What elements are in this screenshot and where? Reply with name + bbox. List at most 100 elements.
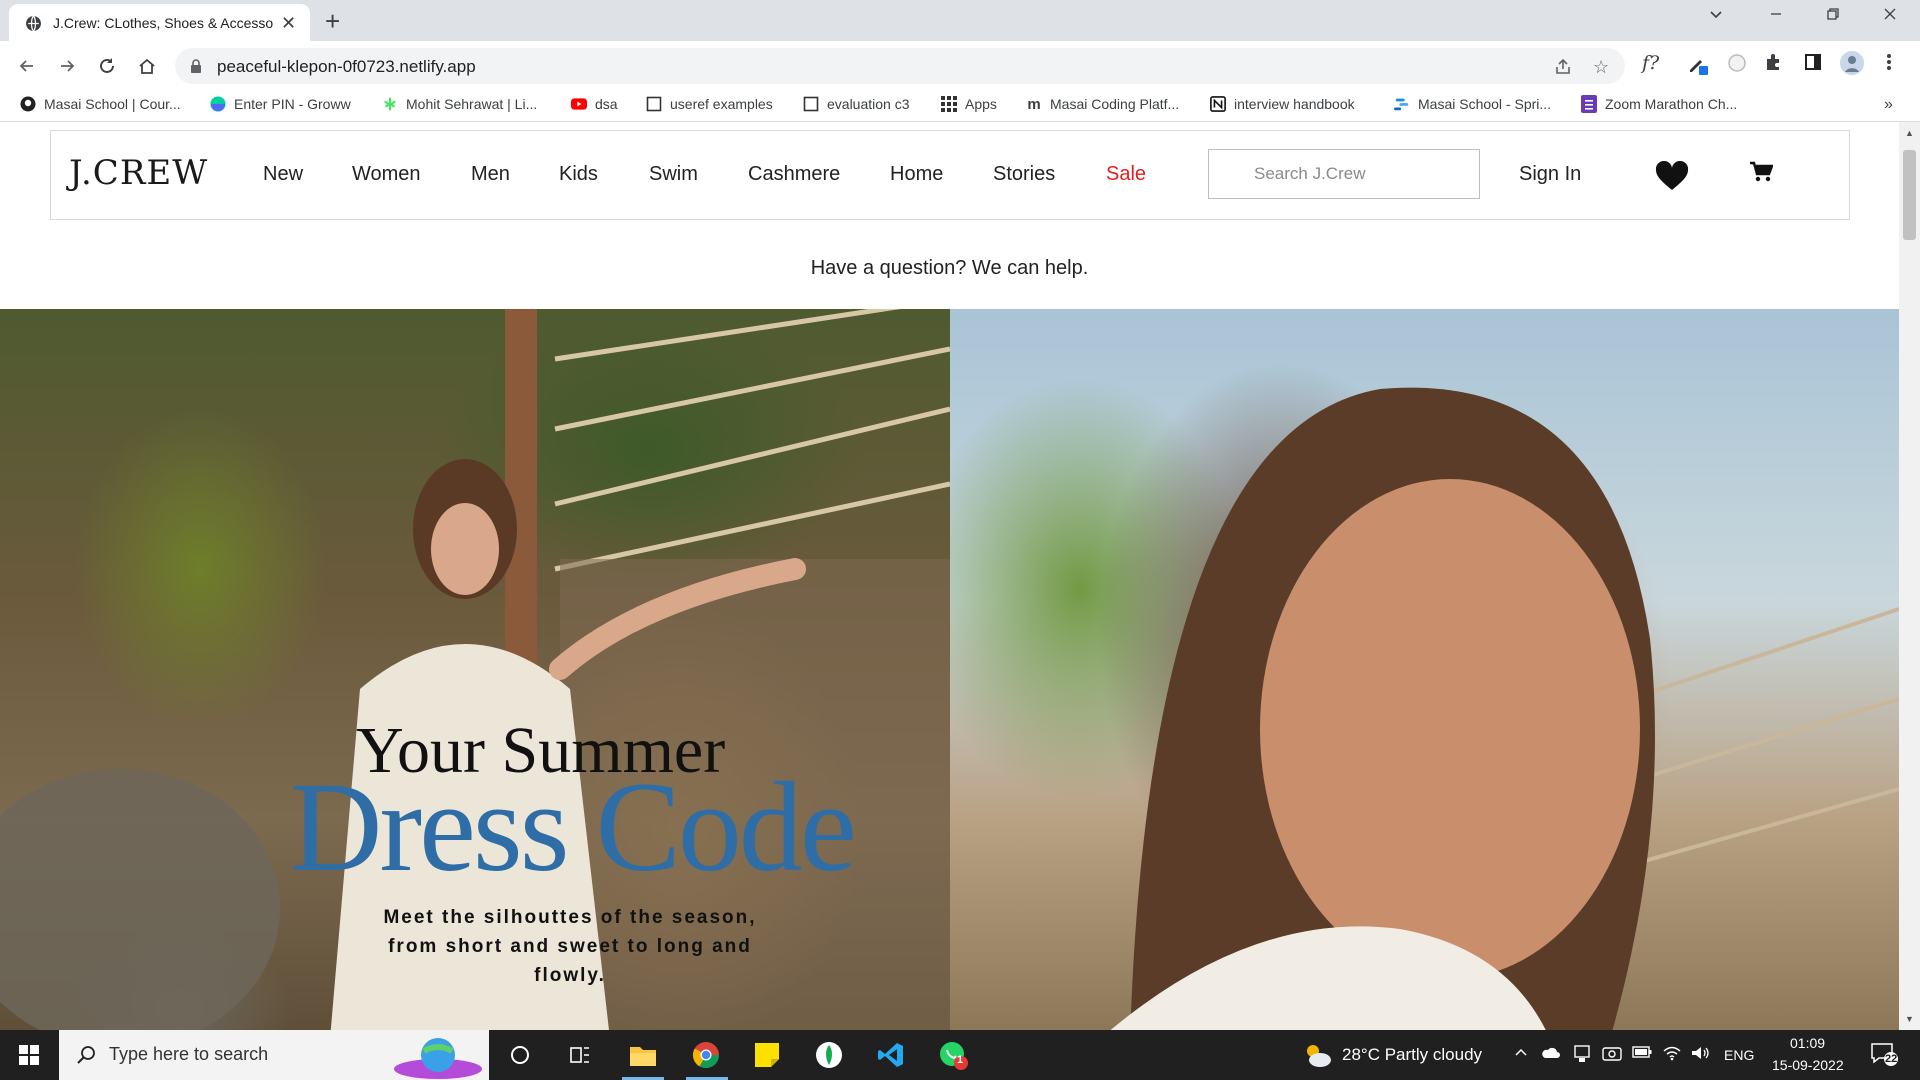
vscode-icon[interactable] — [876, 1040, 906, 1070]
profile-avatar[interactable] — [1839, 50, 1865, 82]
sign-in-link[interactable]: Sign In — [1519, 163, 1581, 186]
nav-kids[interactable]: Kids — [559, 163, 598, 186]
nav-men[interactable]: Men — [471, 163, 510, 186]
bookmark-item[interactable]: interview handbook — [1210, 96, 1355, 112]
home-icon[interactable] — [133, 52, 161, 80]
bookmark-label: evaluation c3 — [827, 96, 910, 112]
minimize-button[interactable] — [1768, 6, 1784, 27]
bookmark-item[interactable]: useref examples — [646, 96, 773, 112]
masai-sprint-icon — [1394, 96, 1410, 112]
clock-time[interactable]: 01:09 — [1790, 1035, 1825, 1051]
onedrive-cloud-icon[interactable] — [1540, 1045, 1560, 1064]
mongodb-compass-icon[interactable] — [814, 1040, 844, 1070]
language-indicator[interactable]: ENG — [1724, 1047, 1754, 1063]
nav-new[interactable]: New — [263, 163, 303, 186]
bookmark-item[interactable]: Masai School | Cour... — [20, 96, 181, 112]
hero-image-left[interactable]: Your Summer Dress Code Meet the silhoutt… — [0, 309, 950, 1030]
browser-tab-strip: J.Crew: CLothes, Shoes & Accesso ✕ + — [0, 0, 1920, 41]
apps-grid-icon — [941, 96, 957, 112]
browser-toolbar: peaceful-klepon-0f0723.netlify.app ☆ f? — [0, 41, 1920, 91]
bookmark-item[interactable]: Zoom Marathon Ch... — [1581, 95, 1738, 113]
nav-sale[interactable]: Sale — [1106, 163, 1146, 186]
battery-icon[interactable] — [1632, 1045, 1652, 1063]
masai-icon: m — [1027, 95, 1041, 113]
tab-close-icon[interactable]: ✕ — [281, 13, 296, 34]
more-bookmarks-chevron-icon[interactable]: » — [1884, 96, 1893, 114]
restore-button[interactable] — [1825, 6, 1841, 27]
clock-date[interactable]: 15-09-2022 — [1772, 1057, 1844, 1073]
weather-partly-cloudy-icon[interactable] — [1302, 1040, 1332, 1070]
new-tab-button[interactable]: + — [325, 6, 340, 36]
url-text[interactable]: peaceful-klepon-0f0723.netlify.app — [217, 57, 476, 77]
hero-right-illustration — [1110, 387, 1899, 1030]
bookmark-item[interactable]: dsa — [571, 96, 618, 112]
site-search-box[interactable] — [1208, 149, 1480, 199]
windows-start-icon[interactable] — [14, 1040, 44, 1070]
file-explorer-icon[interactable] — [628, 1040, 658, 1070]
chrome-icon[interactable] — [691, 1040, 721, 1070]
extension-fquestion-icon[interactable]: f? — [1642, 52, 1659, 74]
notifications-count: 22 — [1885, 1053, 1898, 1065]
back-arrow-icon[interactable] — [13, 52, 41, 80]
hero-image-right[interactable] — [950, 309, 1899, 1030]
bookmark-label: interview handbook — [1234, 96, 1355, 112]
bookmark-item[interactable]: evaluation c3 — [803, 96, 910, 112]
hero-text-block: Your Summer Dress Code Meet the silhoutt… — [0, 309, 950, 1030]
notifications-icon[interactable]: 22 — [1870, 1042, 1898, 1071]
task-view-icon[interactable] — [565, 1040, 595, 1070]
page-icon — [646, 96, 662, 112]
kebab-menu-icon[interactable] — [1886, 52, 1892, 78]
extensions-puzzle-icon[interactable] — [1764, 52, 1784, 78]
volume-icon[interactable] — [1690, 1045, 1710, 1066]
bookmark-item[interactable]: Masai School - Spri... — [1394, 96, 1551, 112]
whatsapp-badge: 1 — [957, 1054, 964, 1066]
sticky-notes-icon[interactable] — [752, 1040, 782, 1070]
jcrew-logo[interactable]: J.CREW — [69, 153, 208, 193]
nav-home[interactable]: Home — [890, 163, 943, 186]
search-icon — [77, 1046, 95, 1064]
close-window-button[interactable] — [1882, 6, 1898, 27]
hero-headline-line2: Dress Code — [290, 756, 857, 898]
reload-icon[interactable] — [93, 52, 121, 80]
bookmark-item[interactable]: m Masai Coding Platf... — [1026, 95, 1179, 113]
tray-chevron-up-icon[interactable] — [1514, 1045, 1528, 1064]
groww-icon — [210, 96, 226, 112]
address-bar[interactable]: peaceful-klepon-0f0723.netlify.app ☆ — [175, 48, 1625, 84]
forward-arrow-icon[interactable] — [53, 52, 81, 80]
scroll-up-arrow-icon[interactable]: ▲ — [1905, 128, 1914, 138]
share-icon[interactable] — [1553, 57, 1573, 82]
help-banner[interactable]: Have a question? We can help. — [0, 257, 1899, 280]
bookmark-label: useref examples — [670, 96, 773, 112]
device-icon[interactable] — [1574, 1045, 1590, 1068]
bookmark-item[interactable]: Apps — [941, 96, 997, 112]
notion-icon — [1210, 96, 1226, 112]
scrollbar-thumb[interactable] — [1903, 150, 1916, 240]
camera-icon[interactable] — [1602, 1045, 1622, 1066]
cortana-icon[interactable] — [505, 1040, 535, 1070]
nav-swim[interactable]: Swim — [649, 163, 698, 186]
bookmark-item[interactable]: Enter PIN - Groww — [210, 96, 351, 112]
heart-icon[interactable] — [1655, 160, 1689, 196]
bookmark-label: dsa — [595, 96, 618, 112]
site-search-input[interactable] — [1209, 150, 1479, 198]
scroll-down-arrow-icon[interactable]: ▼ — [1905, 1014, 1914, 1024]
nav-stories[interactable]: Stories — [993, 163, 1055, 186]
cart-icon[interactable] — [1749, 161, 1774, 188]
bookmark-label: Mohit Sehrawat | Li... — [406, 96, 538, 112]
nav-cashmere[interactable]: Cashmere — [748, 163, 840, 186]
taskbar-search-box[interactable]: Type here to search — [59, 1030, 489, 1080]
nav-women[interactable]: Women — [352, 163, 421, 186]
weather-text[interactable]: 28°C Partly cloudy — [1342, 1045, 1482, 1065]
extension-circle-icon[interactable] — [1726, 52, 1748, 80]
lock-icon[interactable] — [189, 58, 203, 74]
page-scrollbar[interactable]: ▲ ▼ — [1899, 122, 1920, 1030]
wifi-icon[interactable] — [1662, 1045, 1682, 1066]
browser-tab-active[interactable]: J.Crew: CLothes, Shoes & Accesso ✕ — [9, 4, 310, 41]
tab-search-chevron-icon[interactable] — [1708, 6, 1724, 27]
side-panel-icon[interactable] — [1803, 52, 1823, 78]
whatsapp-icon[interactable]: 1 — [938, 1040, 968, 1070]
bookmark-star-icon[interactable]: ☆ — [1593, 57, 1609, 78]
bookmark-label: Zoom Marathon Ch... — [1605, 96, 1738, 112]
extension-pen-icon[interactable] — [1686, 52, 1710, 82]
bookmark-item[interactable]: Mohit Sehrawat | Li... — [382, 96, 537, 112]
